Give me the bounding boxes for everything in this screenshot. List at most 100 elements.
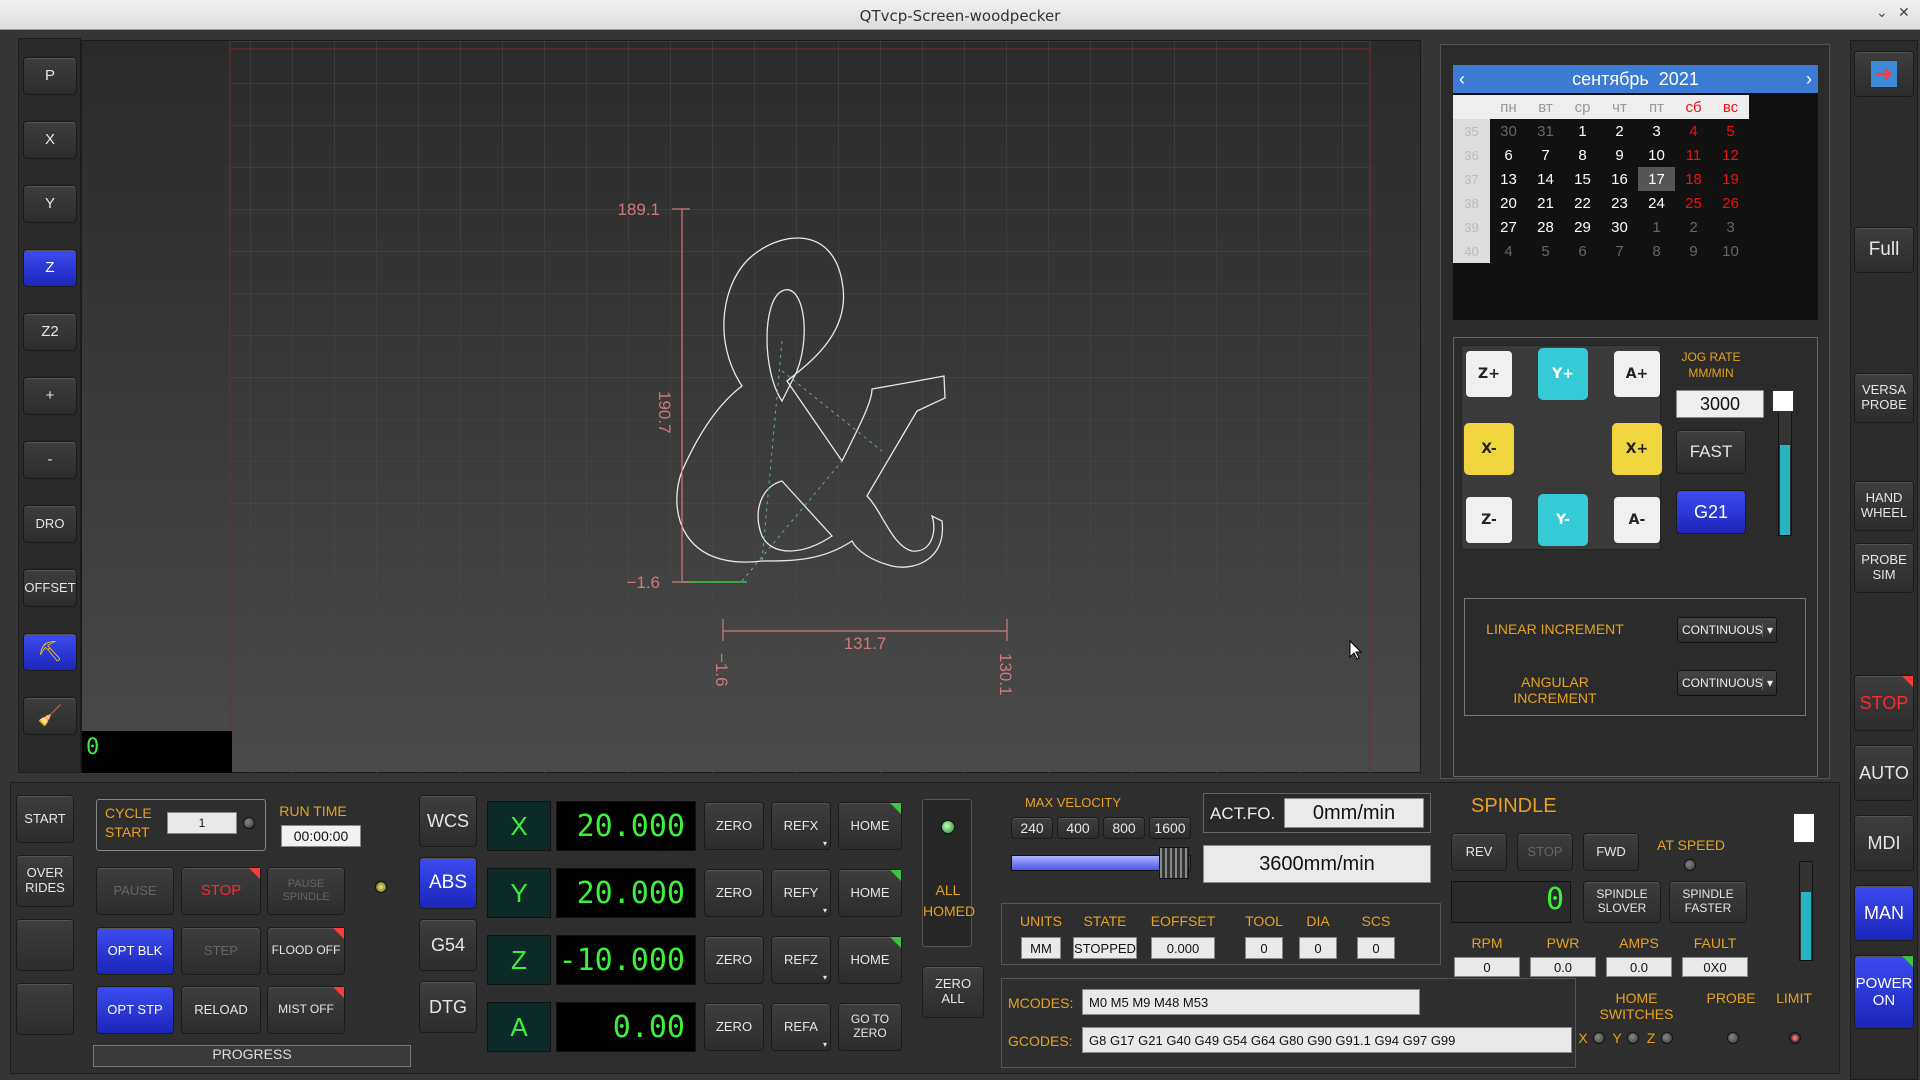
calendar-day[interactable]: 27 [1490,215,1527,239]
overrides-button[interactable]: OVER RIDES [16,855,74,907]
optional-block-button[interactable]: OPT BLK [96,927,174,975]
view-p-button[interactable]: P [23,57,77,95]
ref-z-button[interactable]: REFZ ▾ [771,936,831,984]
calendar-day[interactable]: 23 [1601,191,1638,215]
prev-month-icon[interactable]: ‹ [1459,69,1465,90]
calendar-day[interactable]: 7 [1601,239,1638,263]
home-z-button[interactable]: HOME [838,936,902,984]
power-on-button[interactable]: POWER ON [1854,955,1914,1029]
calendar-day[interactable]: 21 [1527,191,1564,215]
mist-toggle-button[interactable]: MIST OFF [267,986,345,1034]
hand-wheel-button[interactable]: HAND WHEEL [1854,481,1914,531]
start-button[interactable]: START [16,795,74,843]
wcs-button[interactable]: WCS [419,795,477,847]
view-y-button[interactable]: Y [23,185,77,223]
jog-rate-value[interactable]: 3000 [1676,390,1764,418]
view-z2-button[interactable]: Z2 [23,313,77,351]
jog-x-minus-button[interactable]: X- [1466,426,1512,472]
dtg-button[interactable]: DTG [419,981,477,1033]
gcode-graphics-view[interactable]: 189.1 −1.6 190.7 131.7 −1.6 130.1 0 [81,40,1421,774]
pause-spindle-button[interactable]: PAUSE SPINDLE [267,867,345,915]
calendar-day[interactable]: 12 [1712,143,1749,167]
calendar-month[interactable]: сентябрь [1572,69,1649,90]
calendar-day[interactable]: 8 [1638,239,1675,263]
exit-button[interactable]: ➜ [1854,51,1914,97]
blank-button-1[interactable] [16,919,74,971]
calendar-day[interactable]: 20 [1490,191,1527,215]
spindle-faster-button[interactable]: SPINDLE FASTER [1669,881,1747,923]
jog-z-minus-button[interactable]: Z- [1466,497,1512,543]
calendar-day[interactable]: 2 [1601,119,1638,143]
clear-plot-button[interactable]: 🧹 [23,697,77,735]
jog-rate-slider[interactable] [1778,406,1792,536]
ref-x-button[interactable]: REFX ▾ [771,802,831,850]
calendar-day[interactable]: 3 [1712,215,1749,239]
calendar-day[interactable]: 18 [1675,167,1712,191]
calendar-day[interactable]: 19 [1712,167,1749,191]
linear-increment-select[interactable]: CONTINUOUS ▾ [1677,617,1777,643]
calendar-day[interactable]: 1 [1638,215,1675,239]
zoom-out-button[interactable]: - [23,441,77,479]
g54-button[interactable]: G54 [419,919,477,971]
calendar-day[interactable]: 28 [1527,215,1564,239]
zero-z-button[interactable]: ZERO [704,936,764,984]
calendar-day[interactable]: 6 [1564,239,1601,263]
mode-manual-button[interactable]: MAN [1854,885,1914,941]
dro-toggle-button[interactable]: DRO [23,505,77,543]
home-x-button[interactable]: HOME [838,802,902,850]
offset-toggle-button[interactable]: OFFSET [23,569,77,607]
jog-a-minus-button[interactable]: A- [1614,497,1660,543]
calendar-day[interactable]: 10 [1712,239,1749,263]
calendar-day[interactable]: 14 [1527,167,1564,191]
show-tool-button[interactable]: ⛏ [23,633,77,671]
calendar-day[interactable]: 24 [1638,191,1675,215]
calendar-day[interactable]: 22 [1564,191,1601,215]
versa-probe-button[interactable]: VERSA PROBE [1854,373,1914,423]
optional-stop-button[interactable]: OPT STP [96,986,174,1034]
calendar-day[interactable]: 15 [1564,167,1601,191]
calendar-day[interactable]: 17 [1638,167,1675,191]
zero-a-button[interactable]: ZERO [704,1003,764,1051]
step-button[interactable]: STEP [181,927,261,975]
calendar-day[interactable]: 4 [1490,239,1527,263]
jog-rate-slider-handle[interactable] [1772,390,1794,412]
spindle-forward-button[interactable]: FWD [1583,833,1639,871]
calendar-year[interactable]: 2021 [1659,69,1699,90]
calendar-day[interactable]: 16 [1601,167,1638,191]
cycle-start-label[interactable]: CYCLE START [105,804,165,842]
angular-increment-select[interactable]: CONTINUOUS ▾ [1677,670,1777,696]
calendar-day[interactable]: 1 [1564,119,1601,143]
jog-a-plus-button[interactable]: A+ [1614,351,1660,397]
calendar-day[interactable]: 6 [1490,143,1527,167]
close-icon[interactable]: ✕ [1898,5,1910,21]
spindle-override-handle[interactable] [1793,813,1815,843]
calendar-day[interactable]: 9 [1601,143,1638,167]
blank-button-2[interactable] [16,983,74,1035]
flood-toggle-button[interactable]: FLOOD OFF [267,927,345,975]
probe-sim-button[interactable]: PROBE SIM [1854,543,1914,593]
calendar-day[interactable]: 11 [1675,143,1712,167]
mode-auto-button[interactable]: AUTO [1854,745,1914,801]
spindle-slower-button[interactable]: SPINDLE SLOVER [1583,881,1661,923]
reload-button[interactable]: RELOAD [181,986,261,1034]
zero-all-button[interactable]: ZERO ALL [922,966,984,1018]
jog-x-plus-button[interactable]: X+ [1614,426,1660,472]
zoom-in-button[interactable]: + [23,377,77,415]
fullscreen-button[interactable]: Full [1854,227,1914,273]
minimize-icon[interactable]: ⌄ [1876,5,1888,21]
next-month-icon[interactable]: › [1806,69,1812,90]
velocity-preset-240[interactable]: 240 [1011,817,1053,839]
mode-mdi-button[interactable]: MDI [1854,815,1914,871]
calendar-day[interactable]: 29 [1564,215,1601,239]
zero-x-button[interactable]: ZERO [704,802,764,850]
velocity-preset-1600[interactable]: 1600 [1149,817,1191,839]
calendar-day[interactable]: 5 [1527,239,1564,263]
calendar[interactable]: ‹ сентябрь 2021 › пн вт ср чт пт сб вс 35 30 31 1 2… [1453,65,1818,320]
zero-y-button[interactable]: ZERO [704,869,764,917]
calendar-day[interactable]: 31 [1527,119,1564,143]
spindle-override-slider[interactable] [1799,861,1813,961]
cycle-count-spinner[interactable]: 1 [167,812,237,834]
jog-fast-button[interactable]: FAST [1676,430,1746,474]
units-g21-button[interactable]: G21 [1676,490,1746,534]
calendar-day[interactable]: 13 [1490,167,1527,191]
